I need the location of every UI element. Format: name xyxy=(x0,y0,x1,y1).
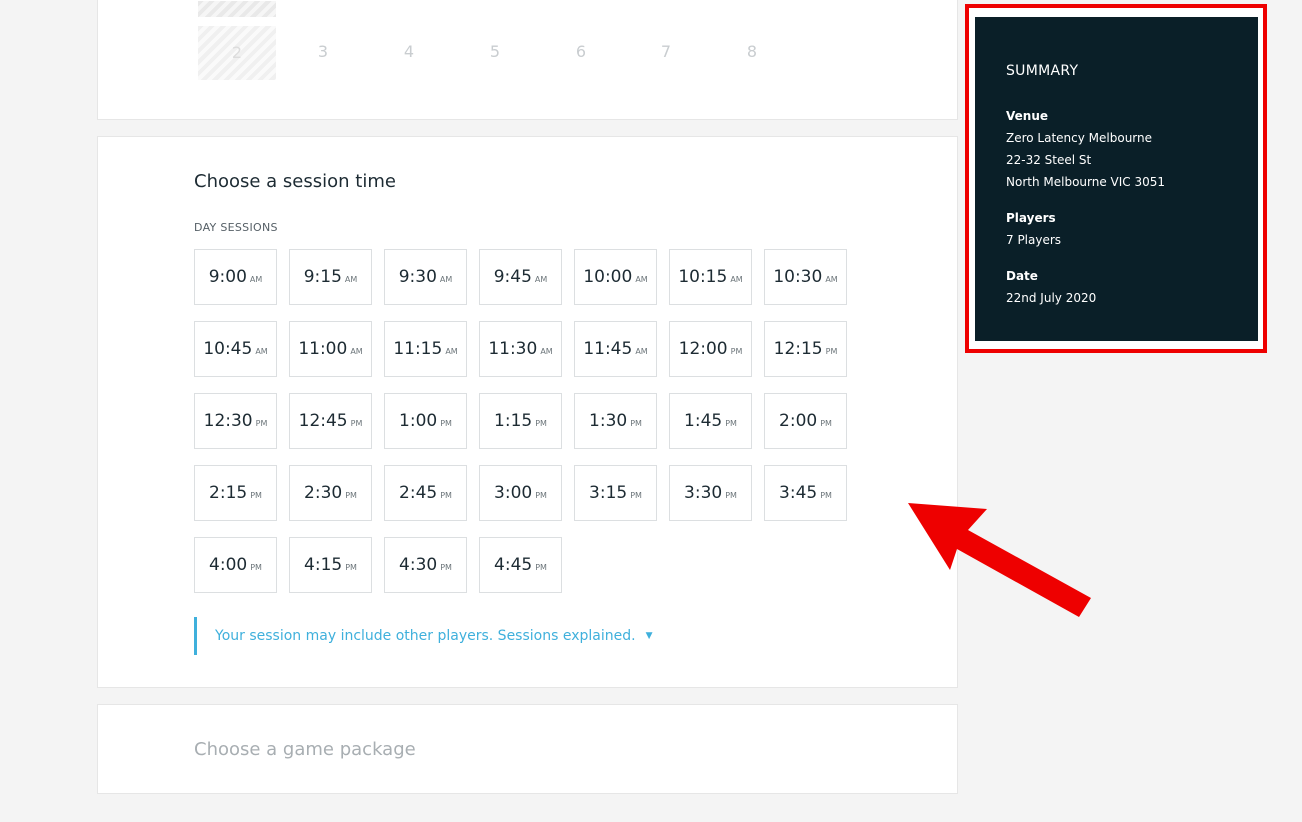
arrow-shape xyxy=(908,503,1091,617)
annotation-arrow-icon xyxy=(908,503,1091,617)
